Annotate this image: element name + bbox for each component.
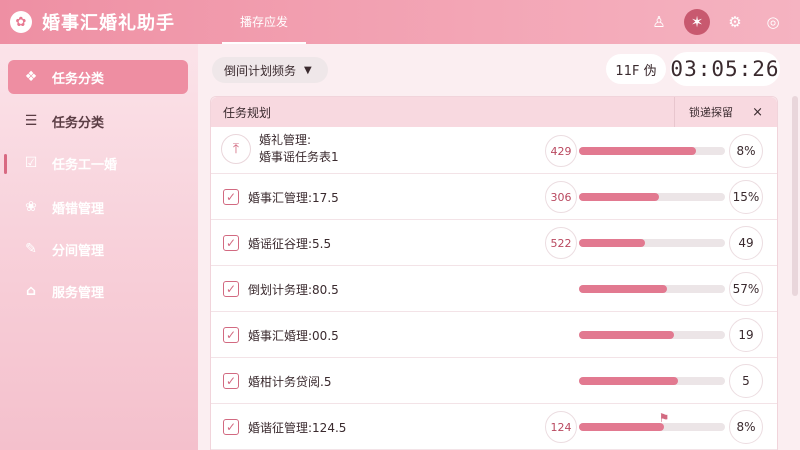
progress-percent: 15% bbox=[729, 180, 763, 214]
table-row[interactable]: ✓ 倒划计务理:80.5 57% bbox=[211, 266, 777, 312]
progress-fill bbox=[579, 147, 696, 155]
compass-icon[interactable]: ◎ bbox=[760, 9, 786, 35]
sidebar-item-label: 任务分类 bbox=[52, 71, 105, 87]
task-checkbox[interactable]: ✓ bbox=[223, 281, 239, 297]
task-count-badge: 522 bbox=[545, 227, 577, 259]
task-count-badge: 306 bbox=[545, 181, 577, 213]
gear-icon[interactable]: ⚙ bbox=[722, 9, 748, 35]
sidebar-item-wedding-management[interactable]: ❀ 婚错管理 bbox=[8, 190, 188, 224]
table-row[interactable]: ✓ 婚谐征管理:124.5 124 ⚑ 8% bbox=[211, 404, 777, 450]
panel-action-button[interactable]: 锁递探留 bbox=[674, 97, 733, 127]
task-count-badge: 429 bbox=[545, 135, 577, 167]
top-tab[interactable]: 播存应发 bbox=[222, 0, 306, 44]
sidebar-item-label: 分间管理 bbox=[52, 243, 105, 259]
task-panel: 任务规划 锁递探留 × ⤒ 婚礼管理: 婚事谣任务表1 429 8% ✓ 婚事汇管理:17… bbox=[210, 96, 778, 450]
sidebar-item-schedule-management[interactable]: ✎ 分间管理 bbox=[8, 232, 188, 266]
palette-icon: ❖ bbox=[24, 69, 38, 85]
list-icon: ☰ bbox=[24, 113, 38, 129]
progress-track bbox=[579, 239, 725, 247]
progress-fill bbox=[579, 193, 659, 201]
plan-dropdown[interactable]: 倒间计划频务 ▼ bbox=[212, 57, 328, 83]
pin-icon[interactable]: ⤒ bbox=[221, 134, 251, 164]
main-area: 倒间计划频务 ▼ 11F 伪 03:05:26 任务规划 锁递探留 × ⤒ 婚礼管… bbox=[198, 44, 800, 450]
progress-fill bbox=[579, 331, 674, 339]
task-count-badge: 124 bbox=[545, 411, 577, 443]
table-row[interactable]: ✓ 婚事汇婚理:00.5 19 bbox=[211, 312, 777, 358]
sidebar-item-label: 任务⼯⼀婚 bbox=[52, 157, 118, 173]
header-actions: ♙ ✶ ⚙ ◎ bbox=[646, 0, 786, 44]
scrollbar[interactable] bbox=[792, 96, 798, 296]
task-checkbox[interactable]: ✓ bbox=[223, 235, 239, 251]
flower-icon: ❀ bbox=[25, 199, 37, 215]
slider-handle-icon[interactable]: ⚑ bbox=[658, 411, 670, 433]
task-checkbox[interactable]: ✓ bbox=[223, 419, 239, 435]
sidebar-selection-marker bbox=[4, 154, 7, 174]
panel-header: 任务规划 锁递探留 × bbox=[211, 97, 777, 127]
app-title: 婚事汇婚礼助手 bbox=[42, 13, 175, 34]
chevron-down-icon: ▼ bbox=[304, 64, 312, 76]
progress-percent: 49 bbox=[729, 226, 763, 260]
progress-fill bbox=[579, 239, 645, 247]
task-name: 倒划计务理:80.5 bbox=[248, 283, 339, 297]
close-icon[interactable]: × bbox=[752, 97, 763, 127]
progress-track bbox=[579, 331, 725, 339]
progress-fill bbox=[579, 285, 667, 293]
task-checkbox[interactable]: ✓ bbox=[223, 373, 239, 389]
sidebar-item-task-list[interactable]: ☰ 任务分类 bbox=[8, 104, 188, 138]
panel-title: 任务规划 bbox=[223, 105, 272, 120]
progress-track: ⚑ bbox=[579, 411, 725, 431]
progress-track bbox=[579, 193, 725, 201]
star-icon[interactable]: ✶ bbox=[684, 9, 710, 35]
home-icon: ⌂ bbox=[25, 283, 37, 299]
progress-fill bbox=[579, 377, 678, 385]
dropdown-label: 倒间计划频务 bbox=[224, 63, 297, 78]
progress-percent: 8% bbox=[729, 134, 763, 168]
sidebar-item-task-category[interactable]: ❖ 任务分类 bbox=[8, 60, 188, 94]
task-checkbox[interactable]: ✓ bbox=[223, 189, 239, 205]
progress-percent: 8% bbox=[729, 410, 763, 444]
task-name: 婚谣征谷理:5.5 bbox=[248, 237, 332, 251]
task-name: 婚事汇管理:17.5 bbox=[248, 191, 339, 205]
progress-percent: 19 bbox=[729, 318, 763, 352]
edit-icon: ✎ bbox=[25, 241, 37, 257]
progress-percent: 5 bbox=[729, 364, 763, 398]
sidebar-item-label: 服务管理 bbox=[52, 285, 105, 301]
task-name: 婚谐征管理:124.5 bbox=[248, 421, 347, 435]
people-icon[interactable]: ♙ bbox=[646, 9, 672, 35]
table-row[interactable]: ✓ 婚谣征谷理:5.5 522 49 bbox=[211, 220, 777, 266]
task-checkbox[interactable]: ✓ bbox=[223, 327, 239, 343]
table-row[interactable]: ⤒ 婚礼管理: 婚事谣任务表1 429 8% bbox=[211, 128, 777, 174]
sidebar-item-task-wedding[interactable]: ☑ 任务⼯⼀婚 bbox=[8, 146, 188, 180]
progress-track bbox=[579, 147, 725, 155]
progress-percent: 57% bbox=[729, 272, 763, 306]
sidebar-item-service-management[interactable]: ⌂ 服务管理 bbox=[8, 274, 188, 308]
sidebar: ❖ 任务分类 ☰ 任务分类 ☑ 任务⼯⼀婚 ❀ 婚错管理 ✎ 分间管理 ⌂ 服务… bbox=[0, 44, 198, 450]
progress-track bbox=[579, 377, 725, 385]
app-logo-icon: ✿ bbox=[10, 11, 32, 33]
table-row[interactable]: ✓ 婚事汇管理:17.5 306 15% bbox=[211, 174, 777, 220]
countdown-clock: 03:05:26 bbox=[670, 52, 780, 86]
sidebar-item-label: 任务分类 bbox=[52, 115, 105, 131]
task-name: 婚事汇婚理:00.5 bbox=[248, 329, 339, 343]
progress-fill bbox=[579, 423, 664, 431]
task-name: 婚礼管理: 婚事谣任务表1 bbox=[259, 133, 339, 164]
task-name: 婚柑计务贷阅.5 bbox=[248, 375, 332, 389]
date-display: 11F 伪 bbox=[606, 54, 666, 84]
table-row[interactable]: ✓ 婚柑计务贷阅.5 5 bbox=[211, 358, 777, 404]
sidebar-item-label: 婚错管理 bbox=[52, 201, 105, 217]
progress-track bbox=[579, 285, 725, 293]
checkbox-icon: ☑ bbox=[24, 155, 38, 171]
